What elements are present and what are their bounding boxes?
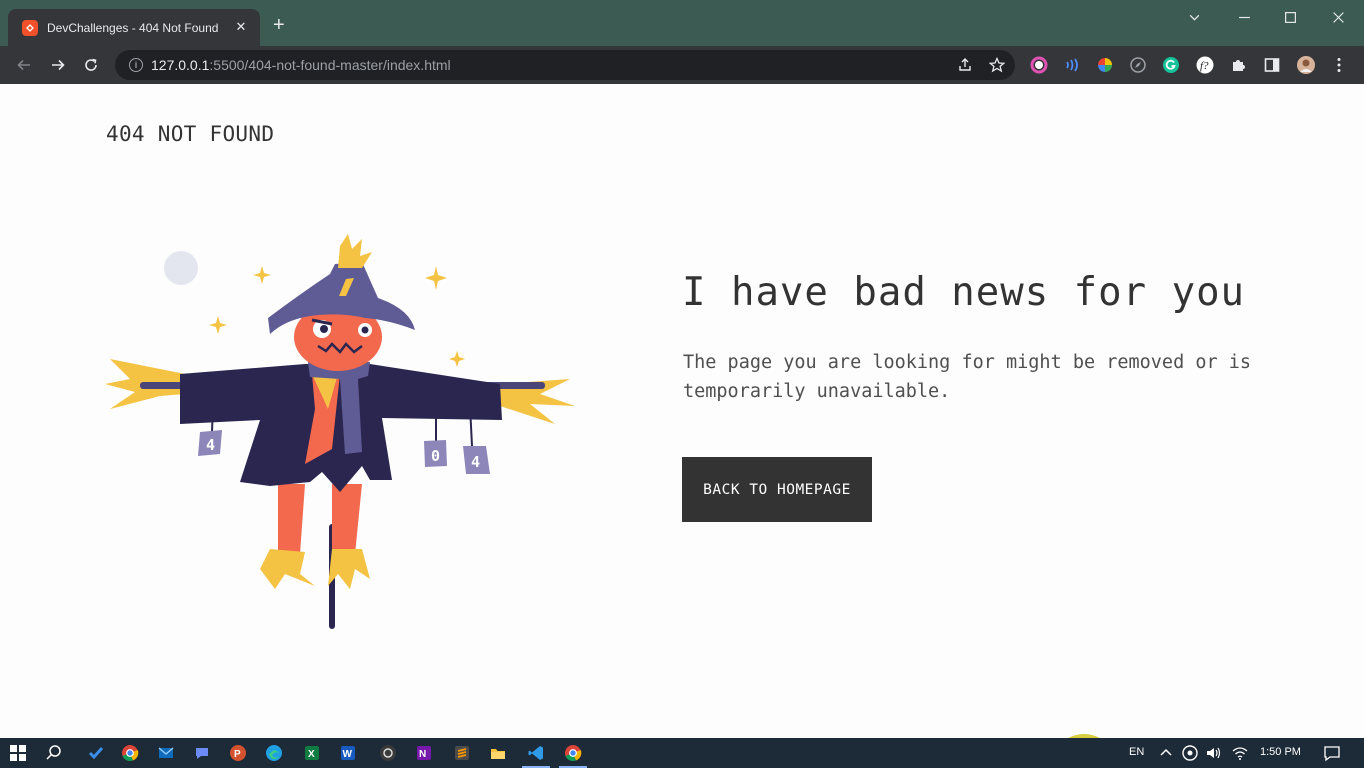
maximize-icon bbox=[1284, 11, 1296, 23]
more-menu-icon[interactable] bbox=[1329, 55, 1349, 75]
reload-button[interactable] bbox=[80, 54, 102, 76]
browser-tab[interactable]: DevChallenges - 404 Not Found ✕ bbox=[8, 9, 260, 46]
windows-start-icon[interactable] bbox=[8, 743, 28, 763]
todo-app-icon[interactable] bbox=[86, 743, 106, 763]
minimize-button[interactable] bbox=[1224, 6, 1264, 28]
chrome-app-icon[interactable] bbox=[120, 743, 140, 763]
tab-search-button[interactable] bbox=[1174, 6, 1214, 28]
close-icon bbox=[1332, 11, 1344, 23]
arrow-left-icon bbox=[17, 59, 30, 71]
reload-icon bbox=[85, 58, 97, 71]
page-message: The page you are looking for might be re… bbox=[683, 352, 1252, 402]
arrow-right-icon bbox=[52, 59, 65, 71]
compass-extension-icon[interactable] bbox=[1128, 55, 1148, 75]
file-explorer-app-icon[interactable] bbox=[488, 743, 508, 763]
mail-app-icon[interactable] bbox=[156, 743, 176, 763]
clock-time[interactable]: 1:50 PM bbox=[1260, 746, 1301, 758]
notifications-icon[interactable] bbox=[1322, 743, 1342, 763]
url-host: 127.0.0.1 bbox=[151, 57, 210, 73]
browser-tab-strip: DevChallenges - 404 Not Found ✕ + bbox=[0, 0, 1364, 46]
svg-text:W: W bbox=[343, 749, 353, 760]
chrome-active-app-icon[interactable] bbox=[559, 743, 587, 768]
search-icon[interactable] bbox=[44, 743, 64, 763]
back-button[interactable] bbox=[13, 54, 35, 76]
volume-icon[interactable] bbox=[1204, 743, 1224, 763]
url-text: 127.0.0.1:5500/404-not-found-master/inde… bbox=[151, 57, 451, 73]
sign-digit-1: 4 bbox=[206, 436, 215, 454]
obs-tray-icon[interactable] bbox=[1180, 743, 1200, 763]
word-app-icon[interactable]: W bbox=[338, 743, 358, 763]
site-logo[interactable]: 404 NOT FOUND bbox=[106, 122, 274, 146]
obs-app-icon[interactable] bbox=[378, 743, 398, 763]
edge-app-icon[interactable] bbox=[264, 743, 284, 763]
devchallenges-favicon-icon bbox=[22, 19, 38, 36]
tab-title: DevChallenges - 404 Not Found bbox=[47, 20, 219, 35]
star-bookmark-icon[interactable] bbox=[989, 57, 1005, 73]
chevron-up-icon[interactable] bbox=[1156, 743, 1176, 763]
input-language[interactable]: EN bbox=[1129, 746, 1144, 758]
svg-text:N: N bbox=[419, 749, 426, 760]
side-panel-icon[interactable] bbox=[1262, 55, 1282, 75]
tab-close-button[interactable]: ✕ bbox=[232, 20, 250, 35]
url-path: :5500/404-not-found-master/index.html bbox=[209, 57, 451, 73]
color-wheel-extension-icon[interactable] bbox=[1095, 55, 1115, 75]
sign-digit-2: 0 bbox=[431, 447, 440, 465]
new-tab-button[interactable]: + bbox=[273, 15, 285, 35]
chevron-down-icon bbox=[1189, 14, 1199, 21]
moon-shape bbox=[164, 251, 198, 285]
share-icon[interactable] bbox=[957, 57, 973, 73]
page-headline: I have bad news for you bbox=[682, 270, 1246, 315]
browser-toolbar: i 127.0.0.1:5500/404-not-found-master/in… bbox=[0, 46, 1364, 84]
page-viewport: 404 NOT FOUND 4 0 4 I have bad news for … bbox=[0, 84, 1364, 738]
chat-app-icon[interactable] bbox=[192, 743, 212, 763]
svg-text:P: P bbox=[234, 749, 241, 760]
vscode-app-icon[interactable] bbox=[522, 743, 550, 768]
close-window-button[interactable] bbox=[1318, 6, 1358, 28]
svg-text:f?: f? bbox=[1200, 60, 1209, 72]
maximize-button[interactable] bbox=[1270, 6, 1310, 28]
sublime-app-icon[interactable] bbox=[452, 743, 472, 763]
puzzle-extensions-icon[interactable] bbox=[1229, 55, 1249, 75]
sign-digit-3: 4 bbox=[471, 453, 480, 471]
wave-extension-icon[interactable] bbox=[1062, 55, 1082, 75]
font-finder-extension-icon[interactable]: f? bbox=[1195, 55, 1215, 75]
excel-app-icon[interactable]: X bbox=[302, 743, 322, 763]
forward-button[interactable] bbox=[47, 54, 69, 76]
minimize-icon bbox=[1238, 16, 1250, 18]
windows-taskbar: P X W N EN 1:50 PM bbox=[0, 738, 1364, 768]
grammarly-extension-icon[interactable] bbox=[1161, 55, 1181, 75]
scarecrow-illustration: 4 0 4 bbox=[105, 234, 575, 629]
color-picker-extension-icon[interactable] bbox=[1029, 55, 1049, 75]
powerpoint-app-icon[interactable]: P bbox=[228, 743, 248, 763]
address-bar[interactable]: i 127.0.0.1:5500/404-not-found-master/in… bbox=[115, 50, 1015, 80]
profile-avatar[interactable] bbox=[1296, 55, 1316, 75]
onenote-app-icon[interactable]: N bbox=[414, 743, 434, 763]
back-to-homepage-button[interactable]: BACK TO HOMEPAGE bbox=[682, 457, 872, 522]
wifi-icon[interactable] bbox=[1230, 743, 1250, 763]
svg-text:X: X bbox=[308, 749, 315, 760]
info-icon[interactable]: i bbox=[129, 58, 143, 72]
